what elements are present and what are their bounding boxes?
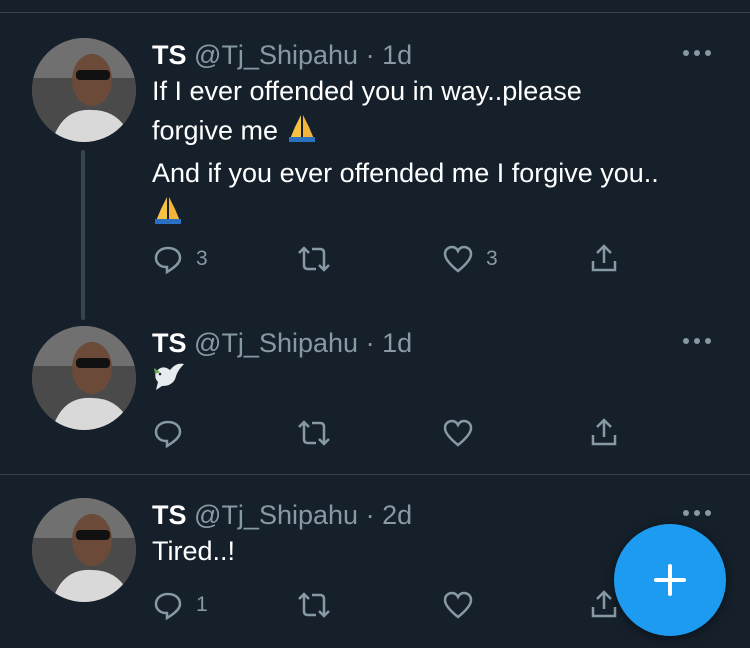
tweet-header: TS @Tj_Shipahu · 2d [152,498,412,532]
tweet-text: If I ever offended you in way..please fo… [152,72,659,236]
display-name[interactable]: TS [152,40,187,70]
compose-tweet-button[interactable] [614,524,726,636]
reply-count: 1 [196,593,208,616]
avatar[interactable] [32,38,136,142]
username[interactable]: @Tj_Shipahu [194,500,358,530]
tweet-text: Tired..! [152,532,235,571]
like-count: 3 [486,247,498,270]
retweet-button[interactable] [296,588,344,622]
display-name[interactable]: TS [152,328,187,358]
reply-icon [154,420,182,449]
timestamp[interactable]: 1d [382,40,412,70]
tweet-text-line: forgive me [152,111,659,154]
tweet-text [152,360,188,405]
tweet-header: TS @Tj_Shipahu · 1d [152,38,412,72]
retweet-button[interactable] [296,416,344,450]
share-icon [591,418,617,446]
retweet-icon [298,592,330,618]
share-button[interactable] [588,416,620,450]
retweet-icon [298,246,330,272]
username[interactable]: @Tj_Shipahu [194,40,358,70]
tweet-header: TS @Tj_Shipahu · 1d [152,326,412,360]
share-button[interactable] [588,242,620,276]
tweet-text-segment: forgive me [152,115,279,146]
tweet-text-line: And if you ever offended me I forgive yo… [152,158,659,188]
tweet-text-line: If I ever offended you in way..please [152,76,582,106]
timestamp[interactable]: 1d [382,328,412,358]
retweet-icon [298,420,330,446]
tweet-2[interactable]: TS @Tj_Shipahu · 1d [0,326,750,466]
thread-line [81,150,85,320]
reply-count: 3 [196,247,208,270]
plus-icon [654,564,686,596]
tweet-actions [152,416,632,450]
share-icon [591,244,617,272]
reply-button[interactable] [152,416,196,450]
reply-icon [154,592,182,621]
reply-button[interactable]: 1 [152,588,208,622]
avatar[interactable] [32,326,136,430]
tweet-divider [0,474,750,475]
heart-icon [443,245,473,273]
folded-hands-emoji [152,193,184,236]
retweet-button[interactable] [296,242,344,276]
separator: · [365,500,375,530]
reply-button[interactable]: 3 [152,242,208,276]
tweet-1[interactable]: TS @Tj_Shipahu · 1d If I ever offended y… [0,36,750,320]
tweet-text-line: Tired..! [152,536,236,566]
dove-emoji [152,360,188,405]
heart-icon [443,591,473,619]
more-icon[interactable] [680,496,714,530]
tweet-actions: 3 3 [152,242,632,276]
top-divider [0,12,750,13]
avatar[interactable] [32,498,136,602]
display-name[interactable]: TS [152,500,187,530]
like-button[interactable] [442,588,486,622]
timestamp[interactable]: 2d [382,500,412,530]
tweet-actions: 1 [152,588,632,622]
more-icon[interactable] [680,36,714,70]
reply-icon [154,246,182,275]
like-button[interactable]: 3 [442,242,498,276]
separator: · [365,40,375,70]
heart-icon [443,419,473,447]
like-button[interactable] [442,416,486,450]
username[interactable]: @Tj_Shipahu [194,328,358,358]
folded-hands-emoji [286,111,318,154]
separator: · [365,328,375,358]
tweet-text-line [152,193,659,236]
more-icon[interactable] [680,324,714,358]
